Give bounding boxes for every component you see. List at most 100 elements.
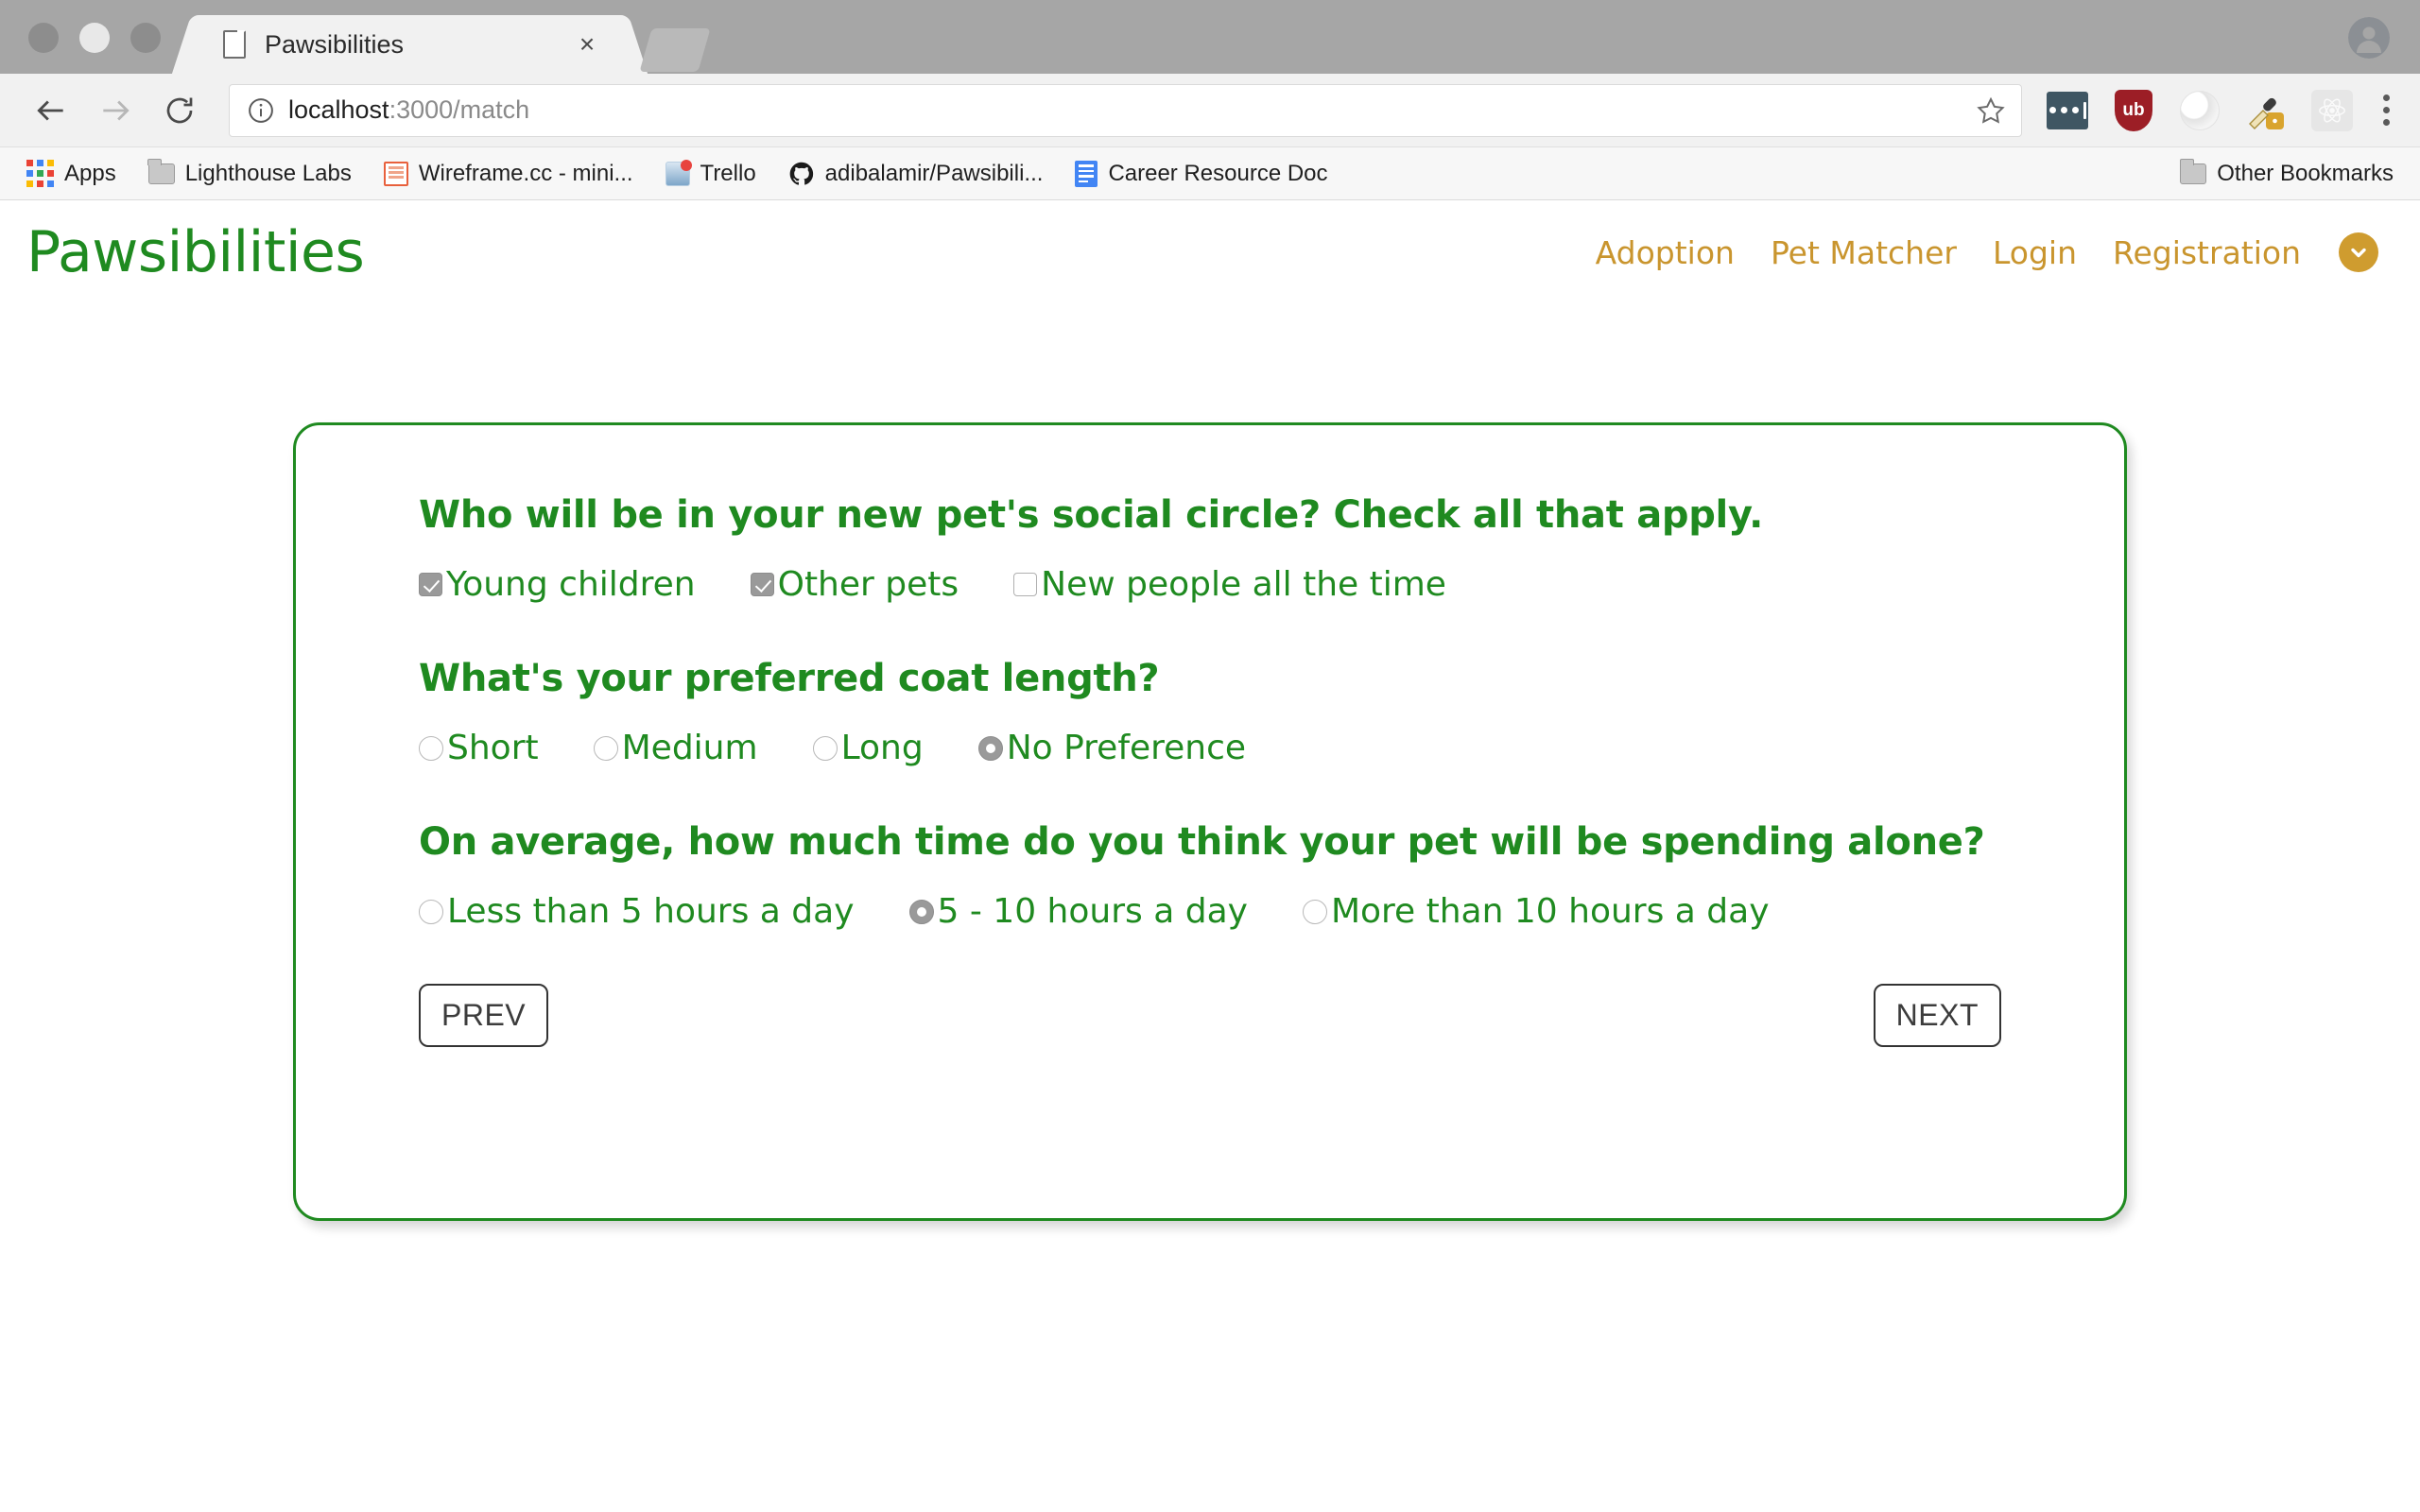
lastpass-extension-icon[interactable] (2047, 90, 2088, 131)
prev-button[interactable]: PREV (419, 984, 549, 1047)
radio-input[interactable] (419, 735, 443, 761)
checkbox-new-people[interactable]: New people all the time (1013, 565, 1446, 604)
ublock-origin-extension-icon[interactable]: ub (2113, 89, 2154, 131)
radio-less-than-5-hours[interactable]: Less than 5 hours a day (419, 892, 855, 931)
bookmark-github-repo[interactable]: adibalamir/Pawsibili... (788, 160, 1044, 187)
url-host: localhost (288, 95, 389, 124)
browser-window: Pawsibilities × localhost:3000/match ub … (0, 0, 2420, 1512)
question-time-alone: On average, how much time do you think y… (419, 820, 2124, 931)
extension-icons: ub (2039, 89, 2395, 131)
option-label: Young children (446, 565, 696, 604)
next-button[interactable]: NEXT (1873, 984, 2001, 1047)
nav-link-pet-matcher[interactable]: Pet Matcher (1771, 234, 1957, 271)
bookmark-label: Lighthouse Labs (184, 160, 352, 186)
radio-input[interactable] (1302, 899, 1327, 924)
question-title: On average, how much time do you think y… (419, 820, 1985, 864)
bookmark-label: Wireframe.cc - mini... (418, 160, 633, 186)
window-close-button[interactable] (28, 23, 59, 53)
light-circle-extension-icon[interactable] (2179, 90, 2221, 131)
radio-no-preference[interactable]: No Preference (977, 729, 1246, 767)
radio-short[interactable]: Short (419, 729, 539, 767)
bookmark-career-resource-doc[interactable]: Career Resource Doc (1075, 160, 1328, 187)
browser-tab[interactable]: Pawsibilities × (195, 15, 625, 74)
site-logo[interactable]: Pawsibilities (26, 219, 365, 285)
radio-long[interactable]: Long (812, 729, 924, 767)
bookmark-lighthouse-labs[interactable]: Lighthouse Labs (147, 158, 352, 187)
chevron-down-icon[interactable] (2339, 232, 2378, 272)
react-devtools-extension-icon[interactable] (2311, 89, 2353, 131)
window-maximize-button[interactable] (130, 23, 161, 53)
other-bookmarks-label: Other Bookmarks (2217, 160, 2394, 186)
reload-button[interactable] (153, 84, 206, 137)
window-controls[interactable] (0, 23, 161, 74)
checkbox-input[interactable] (419, 573, 442, 596)
main-navigation: Adoption Pet Matcher Login Registration (1596, 232, 2378, 272)
url-text: localhost:3000/match (288, 95, 529, 125)
apps-grid-icon (26, 160, 54, 187)
nav-link-adoption[interactable]: Adoption (1596, 234, 1735, 271)
profile-avatar-icon[interactable] (2348, 17, 2390, 59)
github-icon (788, 161, 815, 187)
radio-group-time-alone: Less than 5 hours a day 5 - 10 hours a d… (419, 892, 2124, 931)
bookmark-label: Trello (700, 160, 756, 186)
option-label: Medium (621, 729, 758, 767)
question-title: What's your preferred coat length? (419, 657, 1160, 700)
address-bar[interactable]: localhost:3000/match (229, 83, 2022, 137)
bookmark-star-icon[interactable] (1976, 95, 2006, 126)
wireframe-icon (383, 161, 408, 186)
info-circle-icon (249, 97, 273, 123)
tab-strip: Pawsibilities × (0, 0, 2420, 74)
new-tab-button[interactable] (639, 28, 711, 72)
other-bookmarks-folder[interactable]: Other Bookmarks (2179, 158, 2394, 187)
chrome-menu-icon[interactable] (2377, 94, 2395, 126)
eyedropper-extension-icon[interactable] (2245, 90, 2287, 131)
checkbox-input[interactable] (1013, 573, 1038, 596)
nav-link-registration[interactable]: Registration (2113, 234, 2301, 271)
question-title: Who will be in your new pet's social cir… (419, 493, 1763, 537)
google-docs-icon (1075, 160, 1098, 187)
bookmark-label: Career Resource Doc (1108, 160, 1328, 186)
question-coat-length: What's your preferred coat length? Short… (419, 657, 2124, 767)
radio-input[interactable] (977, 735, 1003, 761)
option-label: Less than 5 hours a day (447, 892, 855, 931)
trello-icon (665, 159, 692, 186)
window-minimize-button[interactable] (79, 23, 110, 53)
tab-title: Pawsibilities (265, 29, 405, 59)
radio-5-to-10-hours[interactable]: 5 - 10 hours a day (908, 892, 1248, 931)
bookmark-trello[interactable]: Trello (665, 159, 756, 187)
option-label: 5 - 10 hours a day (937, 892, 1248, 931)
bookmark-label: Apps (64, 160, 116, 186)
checkbox-other-pets[interactable]: Other pets (750, 565, 959, 604)
questionnaire-card: Who will be in your new pet's social cir… (293, 422, 2127, 1221)
option-label: New people all the time (1041, 565, 1446, 604)
radio-input[interactable] (908, 899, 934, 924)
radio-input[interactable] (812, 735, 838, 761)
radio-group-coat-length: Short Medium Long No Preference (419, 729, 2124, 767)
question-social-circle: Who will be in your new pet's social cir… (419, 493, 2124, 604)
nav-link-login[interactable]: Login (1993, 234, 2077, 271)
folder-icon (2179, 158, 2207, 184)
checkbox-input[interactable] (750, 573, 774, 596)
forward-button[interactable] (89, 84, 142, 137)
radio-more-than-10-hours[interactable]: More than 10 hours a day (1302, 892, 1770, 931)
site-header: Pawsibilities Adoption Pet Matcher Login… (0, 200, 2420, 304)
bookmark-wireframe-cc[interactable]: Wireframe.cc - mini... (383, 160, 633, 187)
document-icon (223, 30, 246, 59)
page-content: Pawsibilities Adoption Pet Matcher Login… (0, 200, 2420, 1512)
browser-toolbar: localhost:3000/match ub (0, 74, 2420, 147)
back-button[interactable] (25, 84, 78, 137)
bookmarks-bar: Apps Lighthouse Labs Wireframe.cc - mini… (0, 147, 2420, 200)
folder-icon (147, 158, 175, 184)
form-navigation-buttons: PREV NEXT (419, 984, 2124, 1047)
option-label: More than 10 hours a day (1330, 892, 1770, 931)
close-icon[interactable]: × (574, 31, 600, 58)
url-path: :3000/match (389, 95, 530, 124)
checkbox-young-children[interactable]: Young children (419, 565, 696, 604)
bookmark-label: adibalamir/Pawsibili... (824, 160, 1044, 186)
radio-input[interactable] (593, 735, 618, 761)
option-label: Other pets (777, 565, 959, 604)
radio-input[interactable] (419, 899, 443, 924)
bookmark-apps[interactable]: Apps (26, 160, 116, 187)
radio-medium[interactable]: Medium (593, 729, 758, 767)
checkbox-group: Young children Other pets New people all… (419, 565, 2124, 604)
